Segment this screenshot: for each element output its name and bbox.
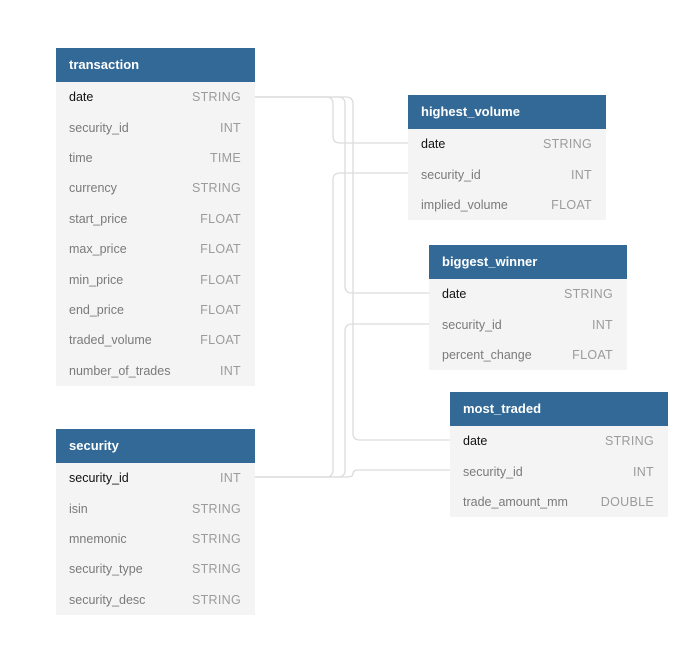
field-type: INT <box>219 363 241 378</box>
field-type: INT <box>570 167 592 182</box>
table-header[interactable]: highest_volume <box>408 95 606 129</box>
field-name: security_id <box>69 120 129 135</box>
field-row-security-id[interactable]: security_id INT <box>429 309 627 339</box>
field-name: date <box>69 90 94 105</box>
field-type: FLOAT <box>200 242 241 257</box>
field-name: implied_volume <box>421 197 508 212</box>
field-row-min-price[interactable]: min_price FLOAT <box>56 264 255 294</box>
field-type: STRING <box>191 90 241 105</box>
field-type: INT <box>632 464 654 479</box>
field-row-date[interactable]: date STRING <box>450 426 668 456</box>
field-list: security_id INT isin STRING mnemonic STRING se… <box>56 463 255 615</box>
field-type: FLOAT <box>551 197 592 212</box>
field-row-date[interactable]: date STRING <box>56 82 255 112</box>
field-type: STRING <box>191 531 241 546</box>
field-type: INT <box>591 317 613 332</box>
field-row-end-price[interactable]: end_price FLOAT <box>56 295 255 325</box>
connector-security-id-biggest-winner-security-id <box>255 323 429 478</box>
table-highest-volume[interactable]: highest_volume date STRING security_id INT i… <box>408 95 606 221</box>
field-row-time[interactable]: time TIME <box>56 143 255 173</box>
table-most-traded[interactable]: most_traded date STRING security_id INT trad… <box>450 392 668 518</box>
field-name: date <box>442 287 467 302</box>
field-name: date <box>463 434 488 449</box>
field-type: STRING <box>191 592 241 607</box>
table-biggest-winner[interactable]: biggest_winner date STRING security_id INT p… <box>429 245 627 371</box>
field-row-security-id[interactable]: security_id INT <box>56 463 255 493</box>
field-name: end_price <box>69 302 124 317</box>
field-row-start-price[interactable]: start_price FLOAT <box>56 204 255 234</box>
field-name: security_desc <box>69 592 146 607</box>
field-list: date STRING security_id INT trade_amount_mm D… <box>450 426 668 517</box>
field-name: isin <box>69 501 88 516</box>
field-name: min_price <box>69 272 124 287</box>
field-name: date <box>421 137 446 152</box>
field-row-security-id[interactable]: security_id INT <box>408 159 606 189</box>
table-header[interactable]: most_traded <box>450 392 668 426</box>
field-type: STRING <box>563 287 613 302</box>
connector-security-id-most-traded-security-id <box>255 469 450 478</box>
field-name: security_id <box>463 464 523 479</box>
field-type: FLOAT <box>200 272 241 287</box>
field-type: FLOAT <box>572 347 613 362</box>
field-type: DOUBLE <box>600 494 654 509</box>
field-row-percent-change[interactable]: percent_change FLOAT <box>429 340 627 370</box>
field-type: FLOAT <box>200 333 241 348</box>
field-name: security_id <box>421 167 481 182</box>
field-row-traded-volume[interactable]: traded_volume FLOAT <box>56 325 255 355</box>
field-row-currency[interactable]: currency STRING <box>56 173 255 203</box>
field-name: currency <box>69 181 117 196</box>
table-transaction[interactable]: transaction date STRING security_id INT time… <box>56 48 255 386</box>
field-row-date[interactable]: date STRING <box>408 129 606 159</box>
field-type: STRING <box>191 501 241 516</box>
field-name: traded_volume <box>69 333 152 348</box>
field-row-isin[interactable]: isin STRING <box>56 493 255 523</box>
connector-security-id-highest-volume-security-id <box>255 172 408 478</box>
table-security[interactable]: security security_id INT isin STRING mnemoni… <box>56 429 255 615</box>
table-header[interactable]: biggest_winner <box>429 245 627 279</box>
field-list: date STRING security_id INT implied_volume FL… <box>408 129 606 220</box>
field-row-mnemonic[interactable]: mnemonic STRING <box>56 524 255 554</box>
field-name: start_price <box>69 211 128 226</box>
field-row-max-price[interactable]: max_price FLOAT <box>56 234 255 264</box>
connector-transaction-date-biggest-winner-date <box>255 96 429 294</box>
field-name: percent_change <box>442 347 532 362</box>
field-type: STRING <box>604 434 654 449</box>
field-type: INT <box>219 471 241 486</box>
field-name: time <box>69 150 93 165</box>
field-type: FLOAT <box>200 211 241 226</box>
field-name: security_id <box>69 471 129 486</box>
connector-transaction-date-highest-volume-date <box>255 96 408 144</box>
field-name: number_of_trades <box>69 363 171 378</box>
field-name: mnemonic <box>69 531 127 546</box>
field-row-security-type[interactable]: security_type STRING <box>56 554 255 584</box>
field-row-date[interactable]: date STRING <box>429 279 627 309</box>
field-name: max_price <box>69 242 127 257</box>
field-name: trade_amount_mm <box>463 494 568 509</box>
field-row-implied-volume[interactable]: implied_volume FLOAT <box>408 190 606 220</box>
field-row-trade-amount-mm[interactable]: trade_amount_mm DOUBLE <box>450 487 668 517</box>
field-type: TIME <box>209 150 241 165</box>
field-name: security_type <box>69 562 143 577</box>
field-row-number-of-trades[interactable]: number_of_trades INT <box>56 356 255 386</box>
field-type: FLOAT <box>200 302 241 317</box>
field-list: date STRING security_id INT percent_change FL… <box>429 279 627 370</box>
field-row-security-id[interactable]: security_id INT <box>56 112 255 142</box>
field-type: INT <box>219 120 241 135</box>
field-row-security-desc[interactable]: security_desc STRING <box>56 585 255 615</box>
field-type: STRING <box>542 137 592 152</box>
field-type: STRING <box>191 181 241 196</box>
table-header[interactable]: transaction <box>56 48 255 82</box>
field-row-security-id[interactable]: security_id INT <box>450 456 668 486</box>
table-header[interactable]: security <box>56 429 255 463</box>
field-type: STRING <box>191 562 241 577</box>
field-list: date STRING security_id INT time TIME currency… <box>56 82 255 386</box>
field-name: security_id <box>442 317 502 332</box>
